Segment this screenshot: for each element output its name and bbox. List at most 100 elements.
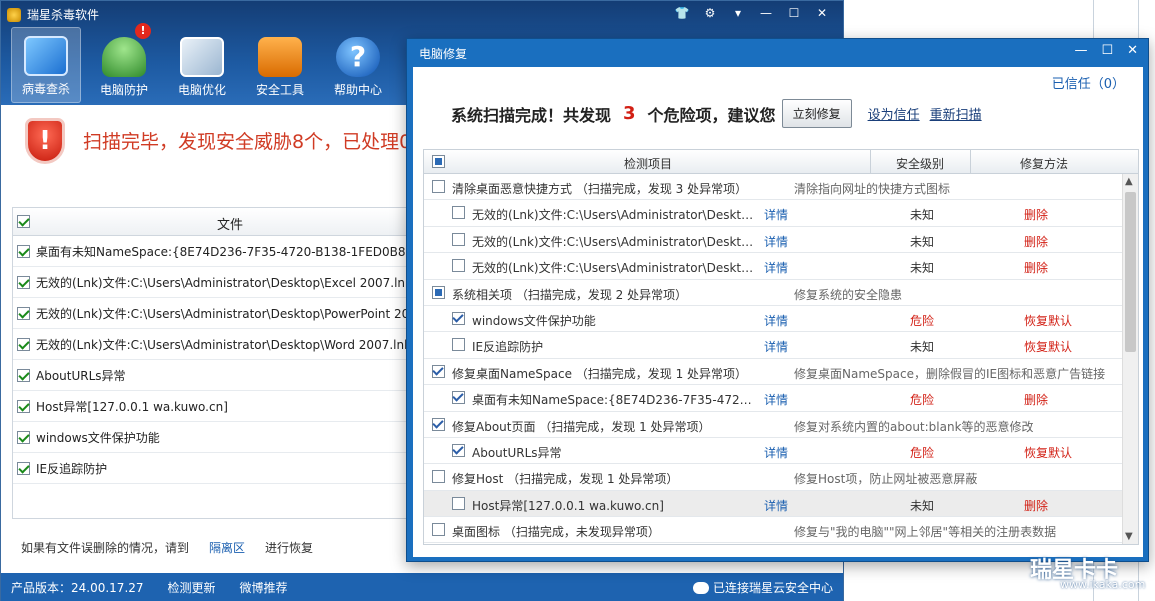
fix-now-button[interactable]: 立刻修复 <box>781 99 852 128</box>
detail-link[interactable]: 详情 <box>764 312 788 329</box>
quarantine-link[interactable]: 隔离区 <box>209 539 245 556</box>
file-checkbox[interactable] <box>17 275 30 289</box>
close-icon[interactable]: ✕ <box>811 5 833 21</box>
window-title-text: 瑞星杀毒软件 <box>27 8 100 22</box>
umbrella-icon <box>102 37 146 77</box>
nav-help[interactable]: ? 帮助中心 <box>323 27 393 103</box>
row-checkbox[interactable] <box>432 417 445 431</box>
file-path: 桌面有未知NameSpace:{8E74D236-7F35-4720-B138-… <box>36 244 408 259</box>
close-icon[interactable]: ✕ <box>1127 43 1138 58</box>
file-path: IE反追踪防护 <box>36 461 108 476</box>
maximize-icon[interactable]: ☐ <box>783 5 805 21</box>
repair-method[interactable]: 删除 <box>1024 259 1048 276</box>
group-row[interactable]: 清除桌面恶意快捷方式 （扫描完成，发现 3 处异常项） 清除指向网址的快捷方式图标 <box>424 174 1138 201</box>
item-row[interactable]: AboutURLs异常 详情 危险 恢复默认 <box>424 437 1138 465</box>
security-level: 未知 <box>910 261 935 276</box>
item-title: 桌面有未知NameSpace:{8E74D236-7F35-4720-B138-… <box>472 393 754 408</box>
detail-link[interactable]: 详情 <box>764 497 788 514</box>
item-row[interactable]: windows文件保护功能 详情 危险 恢复默认 <box>424 305 1138 333</box>
file-checkbox[interactable] <box>17 306 30 320</box>
row-checkbox[interactable] <box>452 338 465 352</box>
item-row[interactable]: 无效的(Lnk)文件:C:\Users\Administrator\Deskto… <box>424 253 1138 280</box>
repair-method[interactable]: 恢复默认 <box>1024 312 1072 329</box>
threat-file-list: 文件 桌面有未知NameSpace:{8E74D236-7F35-4720-B1… <box>12 207 408 519</box>
file-checkbox[interactable] <box>17 244 30 258</box>
row-checkbox[interactable] <box>432 364 445 378</box>
repair-method[interactable]: 恢复默认 <box>1024 338 1072 355</box>
item-row[interactable]: 桌面有未知NameSpace:{8E74D236-7F35-4720-B138-… <box>424 385 1138 412</box>
item-row[interactable]: IE反追踪防护 详情 未知 恢复默认 <box>424 332 1138 359</box>
file-checkbox[interactable] <box>17 461 30 475</box>
file-checkbox[interactable] <box>17 430 30 444</box>
gear-icon[interactable]: ⚙ <box>699 5 721 21</box>
item-row[interactable]: 无效的(Lnk)文件:C:\Users\Administrator\Deskto… <box>424 200 1138 227</box>
item-row[interactable]: Host异常[127.0.0.1 wa.kuwo.cn] 详情 未知 删除 <box>424 490 1138 518</box>
row-checkbox[interactable] <box>432 180 445 193</box>
row-checkbox[interactable] <box>432 523 445 537</box>
select-all-checkbox[interactable] <box>17 215 30 228</box>
nav-protection[interactable]: ! 电脑防护 <box>89 23 159 103</box>
file-row[interactable]: 桌面有未知NameSpace:{8E74D236-7F35-4720-B138-… <box>13 236 407 267</box>
row-checkbox[interactable] <box>452 232 465 246</box>
dialog-window-controls: — ☐ ✕ <box>1074 43 1138 58</box>
group-row[interactable]: 修复桌面NameSpace （扫描完成，发现 1 处异常项） 修复桌面NameSp… <box>424 358 1138 386</box>
minimize-icon[interactable]: — <box>755 5 777 21</box>
detail-link[interactable]: 详情 <box>764 338 788 355</box>
detail-link[interactable]: 详情 <box>764 259 788 276</box>
file-row[interactable]: 无效的(Lnk)文件:C:\Users\Administrator\Deskto… <box>13 329 407 360</box>
menu-icon[interactable]: ▾ <box>727 5 749 21</box>
group-row[interactable]: 系统相关项 （扫描完成，发现 2 处异常项） 修复系统的安全隐患 <box>424 279 1138 306</box>
file-row[interactable]: Host异常[127.0.0.1 wa.kuwo.cn] <box>13 391 407 422</box>
check-update-link[interactable]: 检测更新 <box>168 579 216 596</box>
minimize-icon[interactable]: — <box>1074 43 1087 58</box>
detail-link[interactable]: 详情 <box>764 444 788 461</box>
item-row[interactable]: 无效的(Lnk)文件:C:\Users\Administrator\Deskto… <box>424 226 1138 254</box>
row-checkbox[interactable] <box>432 470 445 484</box>
rescan-link[interactable]: 重新扫描 <box>930 104 982 123</box>
file-row[interactable]: 无效的(Lnk)文件:C:\Users\Administrator\Deskto… <box>13 267 407 298</box>
table-scrollbar[interactable]: ▲ ▼ <box>1122 174 1138 544</box>
trusted-count-link[interactable]: 已信任（0） <box>1052 73 1125 92</box>
file-checkbox[interactable] <box>17 337 30 351</box>
group-row[interactable]: 修复Host （扫描完成，发现 1 处异常项） 修复Host项，防止网址被恶意屏蔽 <box>424 464 1138 491</box>
security-level: 危险 <box>910 393 935 408</box>
row-checkbox[interactable] <box>452 311 465 325</box>
row-checkbox[interactable] <box>432 285 445 299</box>
repair-method[interactable]: 恢复默认 <box>1024 444 1072 461</box>
select-all-checkbox[interactable] <box>432 155 445 168</box>
file-checkbox[interactable] <box>17 399 30 413</box>
file-row[interactable]: windows文件保护功能 <box>13 422 407 453</box>
nav-tools[interactable]: 安全工具 <box>245 27 315 103</box>
scroll-thumb[interactable] <box>1125 192 1136 352</box>
group-description: 修复系统的安全隐患 <box>794 287 903 302</box>
file-row[interactable]: IE反追踪防护 <box>13 453 407 484</box>
row-checkbox[interactable] <box>452 206 465 220</box>
repair-method[interactable]: 删除 <box>1024 391 1048 408</box>
group-description: 修复Host项，防止网址被恶意屏蔽 <box>794 472 978 487</box>
group-row[interactable]: 桌面图标 （扫描完成，未发现异常项） 修复与"我的电脑""网上邻居"等相关的注册表… <box>424 517 1138 544</box>
row-checkbox[interactable] <box>452 496 465 510</box>
file-checkbox[interactable] <box>17 368 30 382</box>
scroll-up-icon[interactable]: ▲ <box>1125 176 1133 187</box>
row-checkbox[interactable] <box>452 443 465 457</box>
group-description: 修复与"我的电脑""网上邻居"等相关的注册表数据 <box>794 525 1057 540</box>
maximize-icon[interactable]: ☐ <box>1101 43 1113 58</box>
repair-method[interactable]: 删除 <box>1024 206 1048 223</box>
nav-virus-scan[interactable]: 病毒查杀 <box>11 27 81 103</box>
skin-icon[interactable]: 👕 <box>671 5 693 21</box>
file-row[interactable]: AboutURLs异常 <box>13 360 407 391</box>
repair-method[interactable]: 删除 <box>1024 497 1048 514</box>
item-title: windows文件保护功能 <box>472 313 596 328</box>
detail-link[interactable]: 详情 <box>764 206 788 223</box>
file-row[interactable]: 无效的(Lnk)文件:C:\Users\Administrator\Deskto… <box>13 298 407 329</box>
group-row[interactable]: 修复About页面 （扫描完成，发现 1 处异常项） 修复对系统内置的about:… <box>424 411 1138 438</box>
weibo-link[interactable]: 微博推荐 <box>240 579 288 596</box>
nav-optimize[interactable]: 电脑优化 <box>167 27 237 103</box>
scroll-down-icon[interactable]: ▼ <box>1125 531 1133 542</box>
detail-link[interactable]: 详情 <box>764 391 788 408</box>
row-checkbox[interactable] <box>452 259 465 273</box>
row-checkbox[interactable] <box>452 391 465 405</box>
set-trust-link[interactable]: 设为信任 <box>868 104 920 123</box>
detail-link[interactable]: 详情 <box>764 233 788 250</box>
repair-method[interactable]: 删除 <box>1024 233 1048 250</box>
